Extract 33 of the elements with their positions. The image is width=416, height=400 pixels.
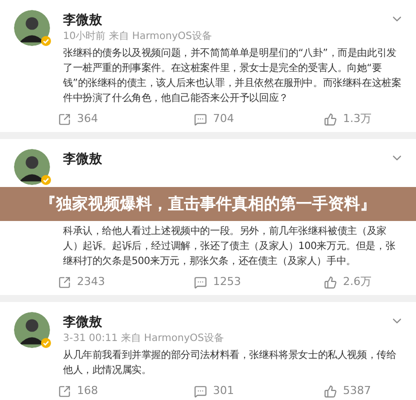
post-text: 科承认，给他人看过上述视频中的一段。另外，前几年张继科被债主（及家人）起诉。起诉后，经过调解，张还了债主（及家人）100来万元。但是，张继科打的欠条是500来万元，那张欠条，还在债主（及家人）手中。: [63, 224, 396, 269]
share-icon: [58, 112, 71, 126]
post-text: 张继科的债务以及视频问题，并不简简单单是明星们的“八卦”，而是由此引发了一桩严重的刑事案件。在这桩案件里，景女士是完全的受害人。向她“要钱”的张继科的债主，该人后来也认罪，并且依然在服刑中。而张继科在这桩案件中扮演了什么角色，他自己能否来公开予以回应？: [63, 46, 402, 106]
like-button[interactable]: 1.3万: [324, 112, 372, 126]
verified-badge-icon: [41, 36, 51, 46]
like-button[interactable]: 2.6万: [324, 275, 372, 289]
thumbs-up-icon: [324, 384, 337, 398]
comment-icon: [194, 384, 207, 398]
comment-icon: [194, 276, 207, 288]
repost-button[interactable]: 2343: [58, 275, 194, 289]
comment-button[interactable]: 301: [194, 384, 324, 398]
repost-button[interactable]: 168: [58, 384, 194, 398]
comment-button[interactable]: 704: [194, 112, 324, 126]
thumbs-up-icon: [324, 276, 337, 288]
post-meta: 3-31 00:11 来自 HarmonyOS设备: [63, 332, 224, 346]
like-button[interactable]: 5387: [324, 384, 371, 398]
author-name[interactable]: 李微敖: [63, 151, 102, 168]
post-meta: 10小时前 来自 HarmonyOS设备: [63, 30, 212, 44]
verified-badge-icon: [41, 338, 51, 348]
avatar[interactable]: [14, 312, 50, 348]
comment-button[interactable]: 1253: [194, 275, 324, 289]
avatar[interactable]: [14, 149, 50, 185]
verified-badge-icon: [41, 175, 51, 185]
author-name[interactable]: 李微敖: [63, 12, 102, 29]
author-name[interactable]: 李微敖: [63, 314, 102, 331]
comment-icon: [194, 112, 207, 126]
avatar[interactable]: [14, 10, 50, 46]
share-icon: [58, 384, 71, 398]
repost-button[interactable]: 364: [58, 112, 194, 126]
banner-text: 『独家视频爆料，直击事件真相的第一手资料』: [40, 193, 376, 215]
post-text: 从几年前我看到并掌握的部分司法材料看，张继科将景女士的私人视频，传给他人，此情况属实。: [63, 348, 398, 378]
share-icon: [58, 276, 71, 288]
thumbs-up-icon: [324, 112, 337, 126]
